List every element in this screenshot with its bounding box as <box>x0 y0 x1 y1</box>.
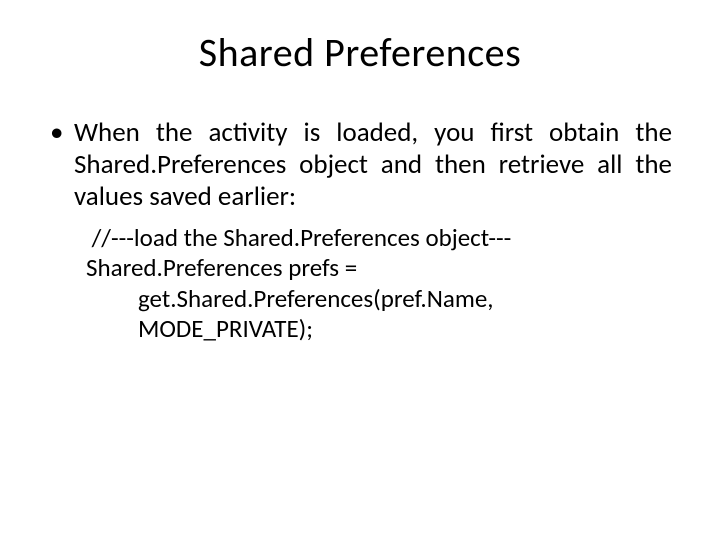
code-line-2: Shared.Preferences prefs = <box>86 253 672 284</box>
bullet-text: When the activity is loaded, you first o… <box>74 116 672 213</box>
slide: Shared Preferences When the activity is … <box>0 0 720 540</box>
bullet-list: When the activity is loaded, you first o… <box>48 117 672 213</box>
code-line-1: //---load the Shared.Preferences object-… <box>86 223 672 254</box>
code-line-3: get.Shared.Preferences(pref.Name, <box>86 284 672 315</box>
slide-title: Shared Preferences <box>48 28 672 77</box>
code-line-4: MODE_PRIVATE); <box>86 314 672 345</box>
bullet-item: When the activity is loaded, you first o… <box>48 117 672 213</box>
code-block: //---load the Shared.Preferences object-… <box>86 223 672 345</box>
